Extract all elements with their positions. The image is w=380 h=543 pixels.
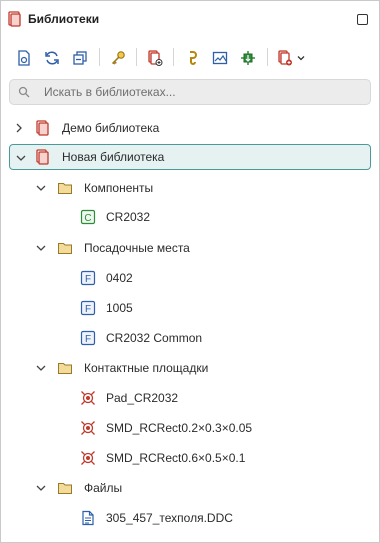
- tree-item-new-library[interactable]: Новая библиотека: [9, 144, 371, 170]
- chevron-right-icon[interactable]: [13, 122, 25, 134]
- pad-icon: [80, 420, 96, 436]
- chevron-down-icon[interactable]: [35, 242, 47, 254]
- tree-item-footprints-folder[interactable]: Посадочные места: [1, 235, 379, 261]
- tree-item-files-folder[interactable]: Файлы: [1, 475, 379, 501]
- tree-item-label: Новая библиотека: [62, 150, 165, 164]
- tree-item-pad[interactable]: SMD_RCRect0.2×0.3×0.05: [1, 415, 379, 441]
- component-symbol-icon: [241, 51, 255, 65]
- tree-item-label: Контактные площадки: [84, 361, 209, 375]
- footprint-f-icon: F: [80, 330, 96, 346]
- chevron-down-icon[interactable]: [35, 362, 47, 374]
- libraries-panel: Библиотеки Искать в библиотеках... Демо …: [0, 0, 380, 543]
- tree-item-label: SMD_RCRect0.2×0.3×0.05: [106, 421, 253, 435]
- svg-text:F: F: [85, 274, 91, 285]
- new-library-icon: [148, 50, 163, 66]
- svg-text:C: C: [84, 213, 91, 224]
- tree-item-label: 1005: [106, 301, 133, 315]
- search-icon: [18, 86, 30, 101]
- tree-item-footprint[interactable]: F CR2032 Common: [1, 325, 379, 351]
- component-symbol-button[interactable]: [237, 47, 259, 69]
- tree-item-label: Посадочные места: [84, 241, 190, 255]
- tree-item-pads-folder[interactable]: Контактные площадки: [1, 355, 379, 381]
- maximize-button[interactable]: [357, 14, 368, 25]
- tree-item-label: Pad_CR2032: [106, 391, 179, 405]
- tree-item-footprint[interactable]: F 1005: [1, 295, 379, 321]
- tree-item-component[interactable]: C CR2032: [1, 204, 379, 230]
- tree-item-demo-library[interactable]: Демо библиотека: [1, 115, 379, 141]
- toolbar-separator: [99, 48, 100, 66]
- toolbar: [1, 41, 379, 73]
- key-icon: [111, 51, 125, 65]
- tree-item-pad[interactable]: Pad_CR2032: [1, 385, 379, 411]
- library-book-icon: [35, 149, 51, 165]
- image-icon: [212, 51, 228, 65]
- folder-icon: [57, 480, 73, 496]
- footprint-f-icon: F: [80, 300, 96, 316]
- library-search: [9, 79, 371, 105]
- tree-item-file[interactable]: 305_457_техполя.DDC: [1, 505, 379, 531]
- search-input[interactable]: [44, 83, 364, 101]
- open-library-icon: [18, 50, 30, 66]
- add-component-icon: [278, 50, 292, 66]
- tree-item-footprint[interactable]: F 0402: [1, 265, 379, 291]
- hook-icon: [190, 51, 197, 65]
- tree-item-label: CR2032 Common: [106, 331, 203, 345]
- hook-button[interactable]: [181, 47, 203, 69]
- open-library-button[interactable]: [13, 47, 35, 69]
- tree-item-label: 0402: [106, 271, 133, 285]
- document-icon: [80, 510, 96, 526]
- refresh-button[interactable]: [41, 47, 63, 69]
- panel-header: Библиотеки: [1, 1, 379, 37]
- library-book-icon: [35, 120, 51, 136]
- footprint-f-icon: F: [80, 270, 96, 286]
- folder-icon: [57, 360, 73, 376]
- toolbar-separator: [267, 48, 268, 66]
- chevron-down-icon[interactable]: [35, 482, 47, 494]
- tree-item-label: 305_457_техполя.DDC: [106, 511, 233, 525]
- toolbar-separator: [136, 48, 137, 66]
- component-c-icon: C: [80, 209, 96, 225]
- image-button[interactable]: [209, 47, 231, 69]
- chevron-down-icon[interactable]: [35, 182, 47, 194]
- folder-icon: [57, 240, 73, 256]
- collapse-all-icon: [73, 51, 87, 65]
- collapse-all-button[interactable]: [69, 47, 91, 69]
- key-button[interactable]: [107, 47, 129, 69]
- refresh-icon: [45, 51, 59, 65]
- new-library-button[interactable]: [144, 47, 166, 69]
- tree-item-label: Демо библиотека: [62, 121, 160, 135]
- pad-icon: [80, 450, 96, 466]
- tree-item-label: Компоненты: [84, 181, 154, 195]
- svg-text:F: F: [85, 304, 91, 315]
- chevron-down-icon[interactable]: [15, 152, 27, 164]
- tree-item-label: Файлы: [84, 481, 123, 495]
- folder-icon: [57, 180, 73, 196]
- toolbar-separator: [173, 48, 174, 66]
- tree-item-label: SMD_RCRect0.6×0.5×0.1: [106, 451, 246, 465]
- tree-item-components-folder[interactable]: Компоненты: [1, 175, 379, 201]
- pad-icon: [80, 390, 96, 406]
- svg-text:F: F: [85, 334, 91, 345]
- tree-item-pad[interactable]: SMD_RCRect0.6×0.5×0.1: [1, 445, 379, 471]
- panel-title: Библиотеки: [28, 12, 100, 26]
- library-book-icon: [8, 11, 22, 30]
- tree-item-label: CR2032: [106, 210, 151, 224]
- dropdown-chevron-icon: [297, 56, 305, 61]
- add-component-dropdown[interactable]: [294, 47, 308, 69]
- add-component-button[interactable]: [274, 47, 296, 69]
